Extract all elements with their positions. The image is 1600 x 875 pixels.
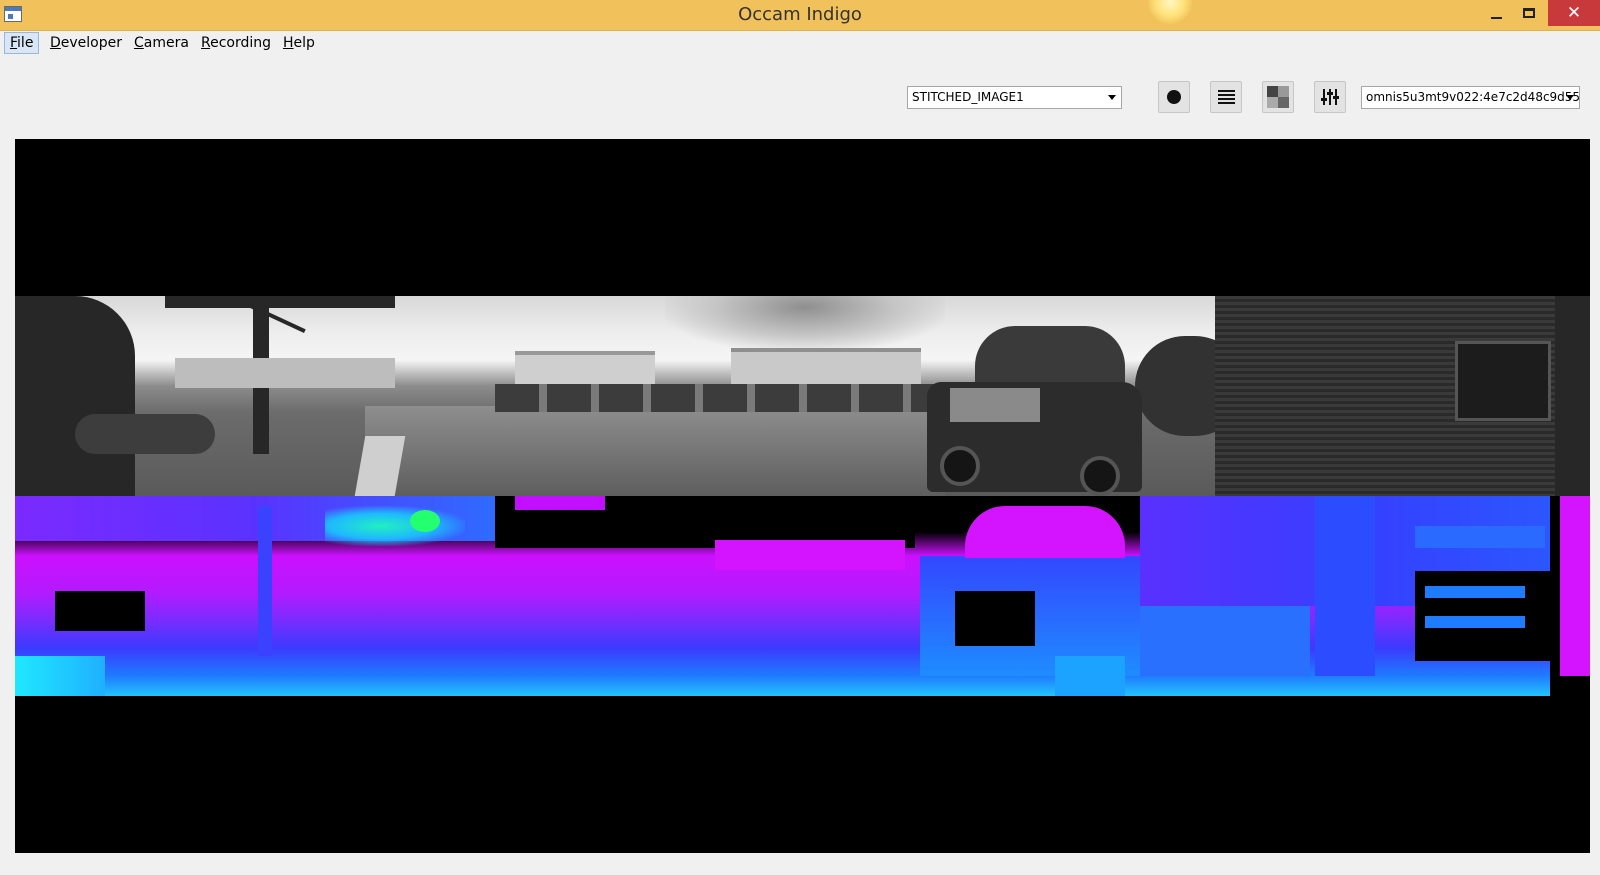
sliders-icon (1321, 89, 1339, 105)
menu-file[interactable]: File (4, 32, 40, 54)
display-mode-button[interactable] (1262, 81, 1294, 113)
device-select[interactable]: omnis5u3mt9v022:4e7c2d48c9d55 (1361, 86, 1580, 109)
menu-camera[interactable]: Camera (129, 32, 194, 54)
depth-map-image (15, 496, 1590, 696)
maximize-button[interactable] (1509, 0, 1549, 26)
record-button[interactable] (1158, 81, 1190, 113)
list-icon (1217, 90, 1235, 104)
list-view-button[interactable] (1210, 81, 1242, 113)
minimize-icon (1490, 17, 1502, 19)
menu-bar: File Developer Camera Recording Help (0, 31, 1600, 54)
menu-recording[interactable]: Recording (196, 32, 276, 54)
menu-developer[interactable]: Developer (45, 32, 127, 54)
menu-help[interactable]: Help (278, 32, 320, 54)
chevron-down-icon (1566, 95, 1574, 100)
window-title: Occam Indigo (738, 4, 862, 25)
checkerboard-icon (1267, 86, 1289, 108)
image-viewer[interactable] (15, 139, 1590, 853)
stitched-panorama-image (15, 296, 1590, 496)
stream-select-value: STITCHED_IMAGE1 (912, 90, 1024, 104)
record-icon (1167, 90, 1181, 104)
close-button[interactable]: ✕ (1548, 0, 1600, 26)
stream-select[interactable]: STITCHED_IMAGE1 (907, 86, 1122, 109)
settings-button[interactable] (1314, 81, 1346, 113)
chevron-down-icon (1108, 95, 1116, 100)
title-bar: Occam Indigo ✕ (0, 0, 1600, 31)
close-icon: ✕ (1566, 3, 1582, 23)
device-select-value: omnis5u3mt9v022:4e7c2d48c9d55 (1366, 90, 1579, 104)
maximize-icon (1523, 8, 1535, 18)
